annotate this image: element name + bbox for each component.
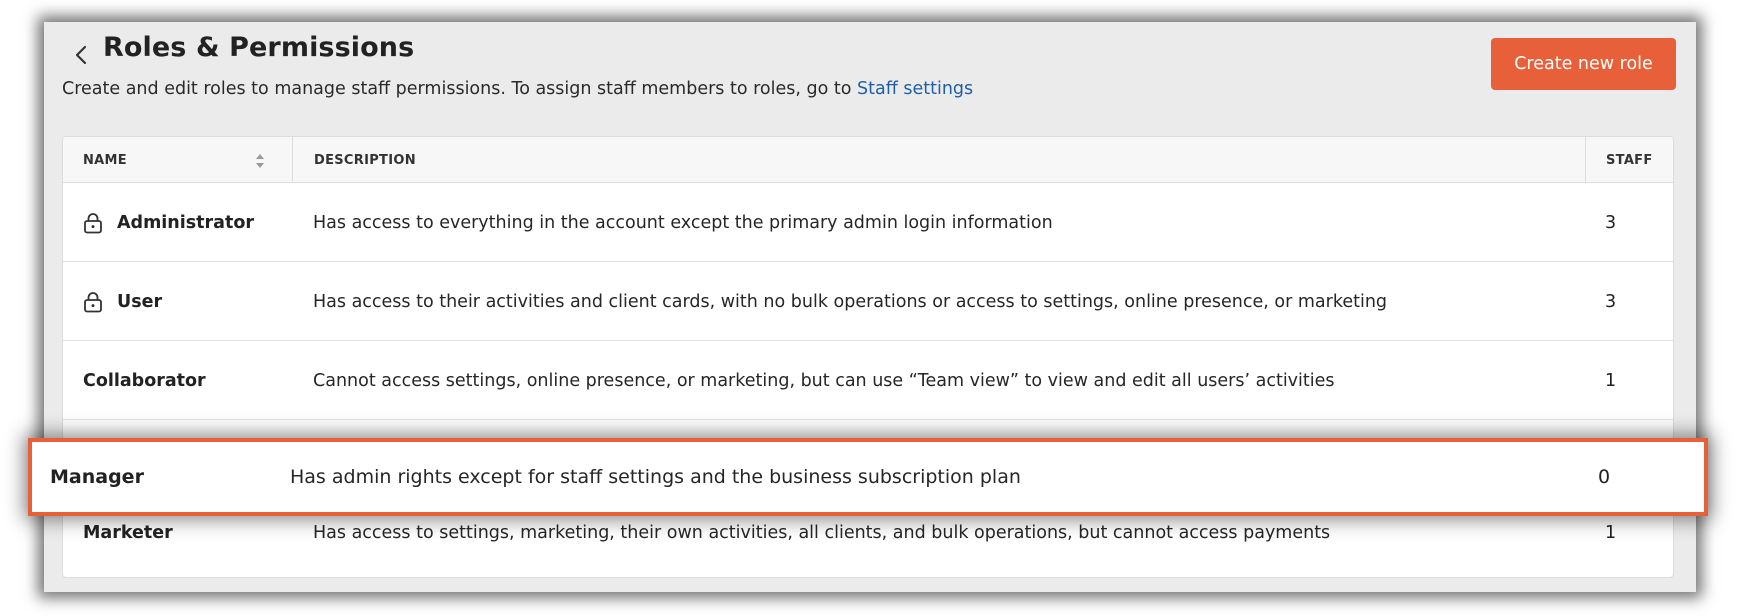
table-row-covered: [63, 420, 1673, 438]
role-name: User: [117, 291, 163, 312]
column-header-description: DESCRIPTION: [292, 137, 1592, 183]
table-row-administrator[interactable]: Administrator Has access to everything i…: [63, 183, 1673, 262]
role-name: Collaborator: [83, 370, 206, 391]
role-staff-count: 3: [1605, 291, 1617, 312]
role-staff-count: 0: [1598, 466, 1611, 488]
create-new-role-button[interactable]: Create new role: [1491, 38, 1676, 90]
sort-icon[interactable]: [253, 152, 267, 170]
role-description: Cannot access settings, online presence,…: [313, 370, 1335, 391]
role-description: Has access to everything in the account …: [313, 212, 1053, 233]
role-name-cell: User: [83, 262, 162, 341]
highlighted-row-manager[interactable]: Manager Has admin rights except for staf…: [28, 438, 1708, 516]
role-name-cell: Administrator: [83, 183, 254, 262]
subtitle-text: Create and edit roles to manage staff pe…: [62, 79, 852, 99]
back-button[interactable]: [68, 38, 94, 72]
staff-settings-link[interactable]: Staff settings: [857, 79, 973, 99]
role-staff-count: 1: [1605, 370, 1617, 391]
page-header: Roles & Permissions Create and edit role…: [44, 22, 1696, 142]
column-header-name-label: NAME: [83, 152, 127, 168]
page-subtitle: Create and edit roles to manage staff pe…: [62, 79, 973, 99]
lock-icon: [83, 291, 103, 313]
role-name: Administrator: [117, 212, 255, 233]
page-title: Roles & Permissions: [103, 32, 415, 63]
role-staff-count: 3: [1605, 212, 1617, 233]
lock-icon: [83, 212, 103, 234]
table-row-collaborator[interactable]: Collaborator Cannot access settings, onl…: [63, 341, 1673, 420]
role-description: Has admin rights except for staff settin…: [290, 466, 1021, 488]
table-row-user[interactable]: User Has access to their activities and …: [63, 262, 1673, 341]
role-description: Has access to their activities and clien…: [313, 291, 1388, 312]
chevron-left-icon: [75, 45, 87, 65]
table-header: NAME DESCRIPTION STAFF: [63, 137, 1673, 183]
column-header-staff: STAFF: [1585, 137, 1673, 183]
role-name: Manager: [50, 466, 144, 488]
